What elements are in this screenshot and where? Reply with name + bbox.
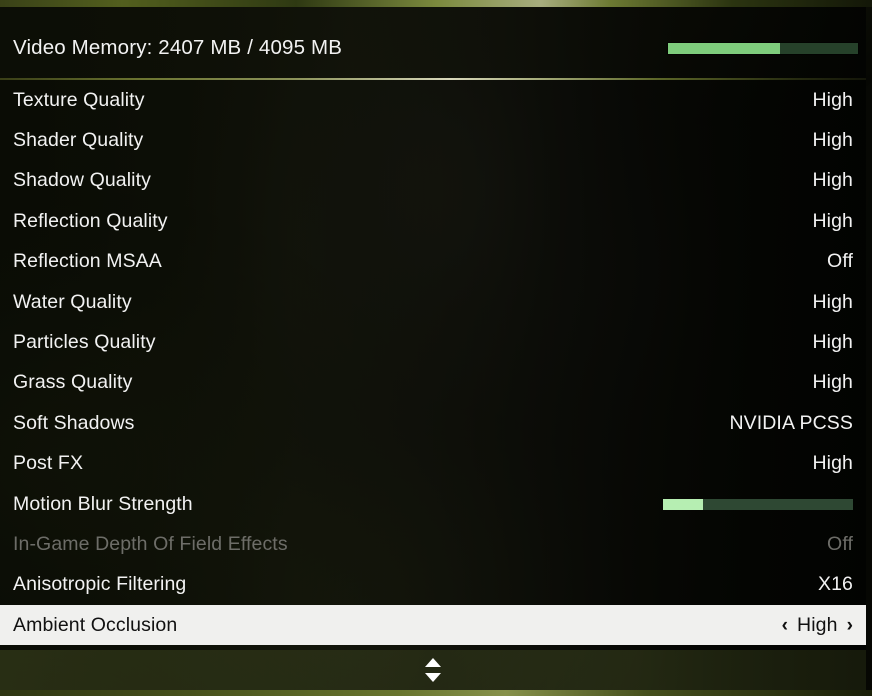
settings-row[interactable]: Soft Shadows NVIDIA PCSS xyxy=(0,403,866,443)
settings-row[interactable]: Ambient Occlusion ‹ High › xyxy=(0,605,866,646)
settings-row-value: High xyxy=(812,209,853,232)
settings-row-list: Texture Quality High Shader Quality High Sha… xyxy=(0,80,866,650)
settings-row[interactable]: Grass Quality High xyxy=(0,363,866,403)
settings-row[interactable]: Texture Quality High xyxy=(0,80,866,120)
scroll-footer[interactable] xyxy=(0,650,866,690)
settings-row[interactable]: Reflection Quality High xyxy=(0,201,866,241)
settings-row-value: High xyxy=(812,129,853,152)
settings-row[interactable]: Post FX High xyxy=(0,444,866,484)
settings-row-label: Shader Quality xyxy=(13,129,144,152)
settings-row-value: ‹ High › xyxy=(782,614,853,637)
settings-row-value: Off xyxy=(827,250,853,273)
settings-row-value-text: High xyxy=(797,613,838,636)
settings-row-label: Texture Quality xyxy=(13,88,145,111)
settings-row-label: Particles Quality xyxy=(13,331,156,354)
settings-row-value: High xyxy=(812,452,853,475)
settings-row[interactable]: Reflection MSAA Off xyxy=(0,242,866,282)
settings-row[interactable]: Shader Quality High xyxy=(0,120,866,160)
settings-row: In-Game Depth Of Field Effects Off xyxy=(0,524,866,564)
video-memory-bar xyxy=(668,43,858,54)
settings-row-value: High xyxy=(812,88,853,111)
settings-row-label: Reflection Quality xyxy=(13,209,168,232)
settings-row-label: Grass Quality xyxy=(13,371,133,394)
chevron-left-icon[interactable]: ‹ xyxy=(782,616,788,635)
settings-row[interactable]: Particles Quality High xyxy=(0,322,866,362)
settings-row-label: Ambient Occlusion xyxy=(13,613,178,636)
settings-row-slider[interactable] xyxy=(663,498,853,510)
settings-row-value: High xyxy=(812,290,853,313)
settings-row-label: Soft Shadows xyxy=(13,411,135,434)
settings-row-label: Post FX xyxy=(13,452,84,475)
settings-row-value: NVIDIA PCSS xyxy=(729,411,853,434)
video-memory-label: Video Memory: 2407 MB / 4095 MB xyxy=(13,36,343,59)
settings-row-label: Water Quality xyxy=(13,290,132,313)
settings-row-value: High xyxy=(812,331,853,354)
settings-row-label: In-Game Depth Of Field Effects xyxy=(13,532,288,555)
chevron-right-icon[interactable]: › xyxy=(847,616,853,635)
top-accent-strip xyxy=(0,0,872,7)
settings-row-label: Reflection MSAA xyxy=(13,250,162,273)
bottom-accent-strip xyxy=(0,690,872,696)
settings-row[interactable]: Anisotropic Filtering X16 xyxy=(0,565,866,605)
video-memory-bar-fill xyxy=(668,43,781,54)
settings-row-label: Shadow Quality xyxy=(13,169,151,192)
video-memory-header: Video Memory: 2407 MB / 4095 MB xyxy=(0,7,866,78)
settings-row-value: X16 xyxy=(818,573,853,596)
settings-row-label: Anisotropic Filtering xyxy=(13,573,187,596)
graphics-settings-screen: Video Memory: 2407 MB / 4095 MB Texture … xyxy=(0,0,872,696)
settings-row[interactable]: Motion Blur Strength xyxy=(0,484,866,524)
settings-row-value: High xyxy=(812,169,853,192)
settings-row-label: Motion Blur Strength xyxy=(13,492,193,515)
settings-row[interactable]: Water Quality High xyxy=(0,282,866,322)
settings-row[interactable]: Shadow Quality High xyxy=(0,161,866,201)
settings-panel: Video Memory: 2407 MB / 4095 MB Texture … xyxy=(0,7,866,650)
settings-row-value: High xyxy=(812,371,853,394)
settings-row-slider-fill xyxy=(663,498,703,510)
settings-row-value: Off xyxy=(827,532,853,555)
scroll-up-down-icon[interactable] xyxy=(422,655,444,685)
